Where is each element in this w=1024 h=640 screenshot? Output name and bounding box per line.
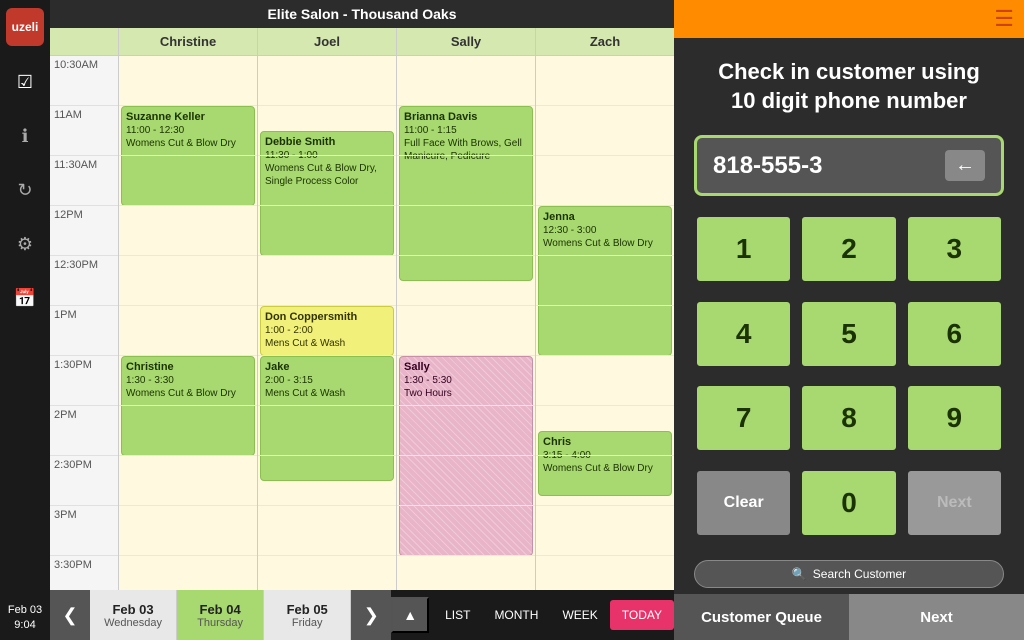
calendar-body[interactable]: 10:30AM 11AM 11:30AM 12PM 12:30PM 1PM 1:… — [50, 56, 674, 590]
list-view-button[interactable]: LIST — [433, 600, 482, 630]
staff-col-sally: Sally — [396, 28, 535, 55]
key-7[interactable]: 7 — [694, 383, 793, 453]
time-1130am: 11:30AM — [50, 156, 118, 206]
schedule-zach: Jenna 12:30 - 3:00 Womens Cut & Blow Dry… — [535, 56, 674, 590]
time-1230pm: 12:30PM — [50, 256, 118, 306]
next-main-button[interactable]: Next — [849, 594, 1024, 640]
staff-col-christine: Christine — [118, 28, 257, 55]
staff-col-zach: Zach — [535, 28, 674, 55]
appt-chris[interactable]: Chris 3:15 - 4:00 Womens Cut & Blow Dry — [538, 431, 672, 496]
sidebar: uzeli ☑ ℹ ↻ ⚙ 📅 Feb 03 9:04 — [0, 0, 50, 640]
search-customer-button[interactable]: 🔍 Search Customer — [694, 560, 1004, 588]
appt-debbie-smith[interactable]: Debbie Smith 11:30 - 1:00 Womens Cut & B… — [260, 131, 394, 256]
time-12pm: 12PM — [50, 206, 118, 256]
date-pill-feb03[interactable]: Feb 03 Wednesday — [90, 590, 177, 640]
app-title: Elite Salon - Thousand Oaks — [50, 0, 674, 28]
appt-don-coppersmith[interactable]: Don Coppersmith 1:00 - 2:00 Mens Cut & W… — [260, 306, 394, 356]
key-3[interactable]: 3 — [905, 214, 1004, 284]
time-130pm: 1:30PM — [50, 356, 118, 406]
hamburger-icon[interactable]: ☰ — [994, 6, 1014, 32]
appt-sally[interactable]: Sally 1:30 - 5:30 Two Hours — [399, 356, 533, 556]
time-1030am: 10:30AM — [50, 56, 118, 106]
sidebar-date: Feb 03 9:04 — [8, 603, 42, 632]
bottom-queue: Customer Queue Next — [674, 594, 1024, 640]
phone-number: 818-555-3 — [713, 152, 822, 180]
month-view-button[interactable]: MONTH — [482, 600, 550, 630]
week-view-button[interactable]: WEEK — [550, 600, 609, 630]
next-arrow[interactable]: ❯ — [351, 590, 391, 640]
date-pill-feb04[interactable]: Feb 04 Thursday — [177, 590, 264, 640]
key-8[interactable]: 8 — [799, 383, 898, 453]
time-330pm: 3:30PM — [50, 556, 118, 590]
staff-col-joel: Joel — [257, 28, 396, 55]
backspace-button[interactable]: ← — [945, 150, 985, 181]
sidebar-icon-calendar[interactable]: 📅 — [7, 280, 43, 316]
app-logo: uzeli — [6, 8, 44, 46]
key-5[interactable]: 5 — [799, 299, 898, 369]
key-1[interactable]: 1 — [694, 214, 793, 284]
appt-brianna-davis[interactable]: Brianna Davis 11:00 - 1:15 Full Face Wit… — [399, 106, 533, 281]
clear-button[interactable]: Clear — [694, 468, 793, 538]
time-1pm: 1PM — [50, 306, 118, 356]
schedule-joel: Debbie Smith 11:30 - 1:00 Womens Cut & B… — [257, 56, 396, 590]
prev-arrow[interactable]: ❮ — [50, 590, 90, 640]
appt-jake[interactable]: Jake 2:00 - 3:15 Mens Cut & Wash — [260, 356, 394, 481]
sidebar-icon-settings[interactable]: ⚙ — [7, 226, 43, 262]
bottom-nav: ❮ Feb 03 Wednesday Feb 04 Thursday Feb 0… — [50, 590, 674, 640]
today-view-button[interactable]: TODAY — [610, 600, 674, 630]
date-pill-feb05[interactable]: Feb 05 Friday — [264, 590, 351, 640]
search-icon: 🔍 — [792, 567, 807, 581]
sidebar-icon-info[interactable]: ℹ — [7, 118, 43, 154]
key-6[interactable]: 6 — [905, 299, 1004, 369]
appt-jenna[interactable]: Jenna 12:30 - 3:00 Womens Cut & Blow Dry — [538, 206, 672, 356]
keypad: 1 2 3 4 5 6 7 8 9 Clear 0 Next — [674, 206, 1024, 554]
time-3pm: 3PM — [50, 506, 118, 556]
scroll-up-button[interactable]: ▲ — [391, 597, 429, 633]
right-panel: ☰ Check in customer using10 digit phone … — [674, 0, 1024, 640]
time-230pm: 2:30PM — [50, 456, 118, 506]
sidebar-icon-refresh[interactable]: ↻ — [7, 172, 43, 208]
phone-display: 818-555-3 ← — [694, 135, 1004, 196]
time-column: 10:30AM 11AM 11:30AM 12PM 12:30PM 1PM 1:… — [50, 56, 118, 590]
key-4[interactable]: 4 — [694, 299, 793, 369]
view-buttons: ▲ LIST MONTH WEEK TODAY — [391, 590, 674, 640]
appt-christine[interactable]: Christine 1:30 - 3:30 Womens Cut & Blow … — [121, 356, 255, 456]
key-9[interactable]: 9 — [905, 383, 1004, 453]
calendar-header: Christine Joel Sally Zach — [50, 28, 674, 56]
right-header: ☰ — [674, 0, 1024, 38]
staff-schedules: Suzanne Keller 11:00 - 12:30 Womens Cut … — [118, 56, 674, 590]
schedule-christine: Suzanne Keller 11:00 - 12:30 Womens Cut … — [118, 56, 257, 590]
time-2pm: 2PM — [50, 406, 118, 456]
customer-queue-button[interactable]: Customer Queue — [674, 594, 849, 640]
time-11am: 11AM — [50, 106, 118, 156]
key-0[interactable]: 0 — [799, 468, 898, 538]
appt-suzanne-keller[interactable]: Suzanne Keller 11:00 - 12:30 Womens Cut … — [121, 106, 255, 206]
checkin-title: Check in customer using10 digit phone nu… — [674, 38, 1024, 125]
next-button: Next — [905, 468, 1004, 538]
key-2[interactable]: 2 — [799, 214, 898, 284]
sidebar-icon-checkbox[interactable]: ☑ — [7, 64, 43, 100]
main-area: Elite Salon - Thousand Oaks Christine Jo… — [50, 0, 674, 640]
schedule-sally: Brianna Davis 11:00 - 1:15 Full Face Wit… — [396, 56, 535, 590]
